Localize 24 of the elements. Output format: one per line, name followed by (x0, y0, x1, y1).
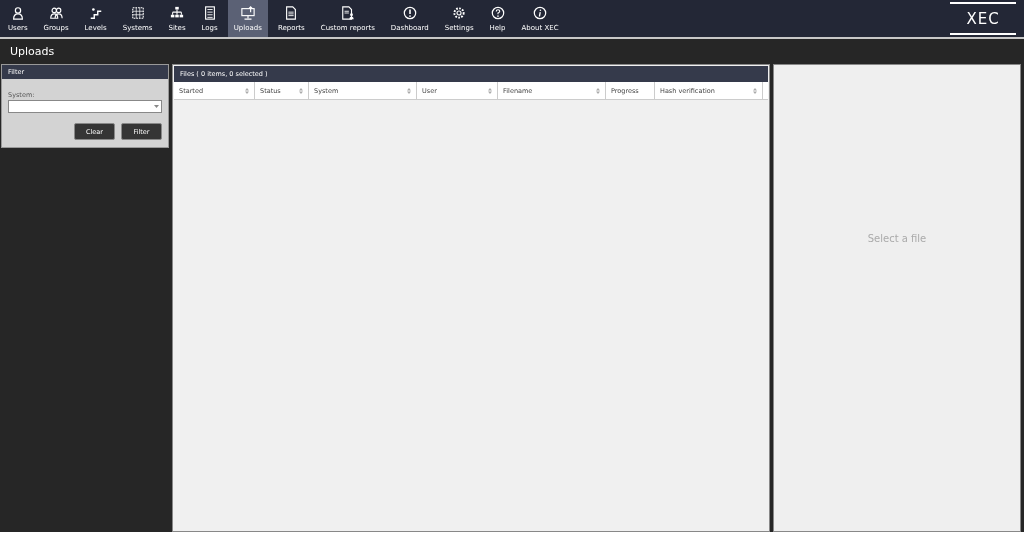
dropdown-arrow-icon (154, 105, 159, 108)
sort-icon (299, 87, 303, 94)
sort-icon (407, 87, 411, 94)
sort-icon (488, 87, 492, 94)
sort-icon (596, 87, 600, 94)
document-user-icon (340, 5, 355, 20)
empty-message: Select a file (867, 232, 927, 244)
page-title: Uploads (0, 39, 1024, 63)
document-icon (284, 5, 299, 20)
list-icon (202, 5, 217, 20)
grid-icon (130, 5, 145, 20)
help-icon (490, 5, 505, 20)
group-icon (49, 5, 64, 20)
sort-icon (245, 87, 249, 94)
settings-icon (452, 5, 467, 20)
info-icon (533, 5, 548, 20)
upload-icon (240, 5, 255, 20)
logo: XEC (950, 2, 1016, 35)
system-dropdown[interactable] (8, 100, 162, 113)
sitemap-icon (170, 5, 184, 20)
sort-icon (753, 87, 757, 94)
user-icon (10, 5, 25, 20)
stairs-icon (88, 5, 103, 20)
alert-icon (402, 5, 417, 20)
